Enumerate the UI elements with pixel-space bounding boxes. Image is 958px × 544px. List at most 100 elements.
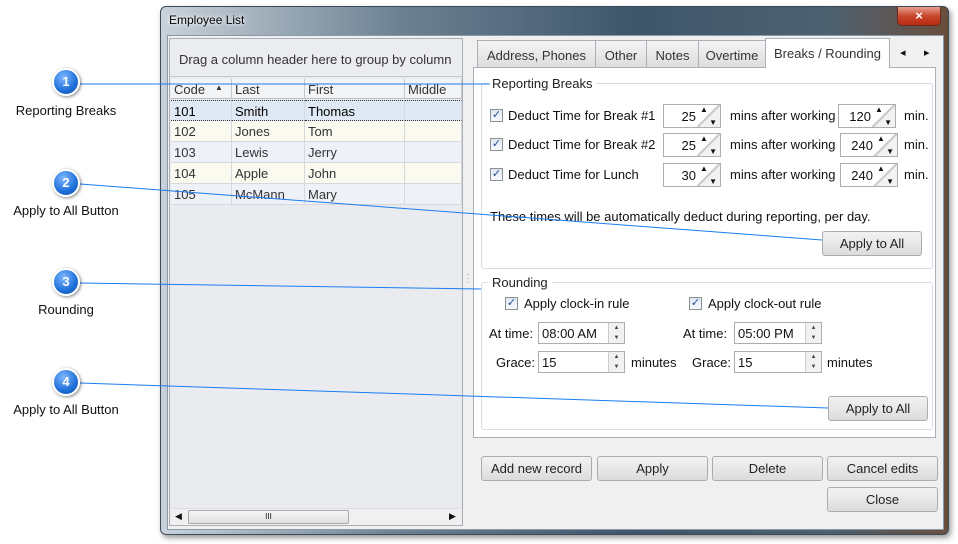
grid-cell-code[interactable]: 105 (171, 184, 232, 205)
apply-button[interactable]: Apply (597, 456, 708, 481)
breaks-rounding-panel: Reporting Breaks ✓ Deduct Time for Break… (473, 67, 936, 438)
column-header-last[interactable]: Last (232, 79, 305, 99)
grid-cell-last[interactable]: McMann (232, 184, 305, 205)
close-window-button[interactable]: × (897, 7, 941, 26)
column-label: Middle (408, 82, 447, 97)
horizontal-scrollbar[interactable]: ◀ III ▶ (171, 508, 461, 525)
grid-cell-last[interactable]: Jones (232, 121, 305, 142)
break-minutes-spinner[interactable]: 30 ▲ ▼ (663, 163, 721, 187)
clock-out-label: Apply clock-out rule (708, 296, 822, 311)
grid-cell-code[interactable]: 101 (171, 100, 232, 121)
cancel-edits-button[interactable]: Cancel edits (827, 456, 938, 481)
clock-out-checkbox[interactable]: ✓ (689, 297, 702, 310)
close-button[interactable]: Close (827, 487, 938, 512)
grid-cell-last[interactable]: Lewis (232, 142, 305, 163)
spin-arrows-icon[interactable]: ▲ ▼ (872, 105, 895, 127)
breaks-apply-to-all-button[interactable]: Apply to All (822, 231, 922, 256)
column-header-middle[interactable]: Middle (405, 79, 462, 99)
break-checkbox[interactable]: ✓ (490, 168, 503, 181)
group-by-area[interactable]: Drag a column header here to group by co… (170, 39, 462, 77)
clock-in-grace-input[interactable]: 15 ▲ ▼ (538, 351, 625, 373)
grid-cell-code[interactable]: 103 (171, 142, 232, 163)
grace-spin-icon: ▲ ▼ (805, 352, 821, 372)
tab-notes[interactable]: Notes (646, 40, 699, 68)
tab-prev-icon[interactable]: ◂ (900, 46, 906, 59)
break-after-spinner[interactable]: 120 ▲ ▼ (838, 104, 896, 128)
clock-in-checkbox[interactable]: ✓ (505, 297, 518, 310)
tab-breaks-rounding[interactable]: Breaks / Rounding (765, 38, 890, 68)
splitter-handle[interactable]: · · · (465, 271, 471, 287)
clock-out-grace-unit: minutes (827, 355, 873, 370)
grid-cell-first[interactable]: Thomas (305, 100, 405, 121)
grid-cell-middle[interactable] (405, 121, 462, 142)
grid-cell-first[interactable]: Tom (305, 121, 405, 142)
break-label: Deduct Time for Lunch (508, 167, 639, 182)
callout-3: 3 (52, 268, 80, 296)
employee-grid: Drag a column header here to group by co… (169, 38, 463, 526)
clock-in-grace-label: Grace: (496, 355, 536, 370)
scroll-thumb[interactable]: III (188, 510, 349, 524)
min-unit-label: min. (904, 137, 929, 152)
callout-1: 1 (52, 68, 80, 96)
tab-next-icon[interactable]: ▸ (924, 46, 930, 59)
grid-cell-first[interactable]: Mary (305, 184, 405, 205)
grid-cell-first[interactable]: John (305, 163, 405, 184)
grid-cell-middle[interactable] (405, 184, 462, 205)
grid-cell-last[interactable]: Apple (232, 163, 305, 184)
mins-after-label: mins after working (730, 108, 836, 123)
column-header-first[interactable]: First (305, 79, 405, 99)
mins-after-label: mins after working (730, 167, 836, 182)
grid-cell-last[interactable]: Smith (232, 100, 305, 121)
break-checkbox[interactable]: ✓ (490, 109, 503, 122)
window-body: Drag a column header here to group by co… (167, 35, 944, 530)
min-unit-label: min. (904, 108, 929, 123)
clock-out-grace-input[interactable]: 15 ▲ ▼ (734, 351, 822, 373)
breaks-note: These times will be automatically deduct… (490, 209, 871, 224)
grid-cell-code[interactable]: 102 (171, 121, 232, 142)
grid-cell-middle[interactable] (405, 163, 462, 184)
window-title: Employee List (169, 13, 245, 27)
spin-arrows-icon[interactable]: ▲ ▼ (874, 164, 897, 186)
callout-label-4: Apply to All Button (13, 402, 119, 417)
clock-in-grace-unit: minutes (631, 355, 677, 370)
callout-label-1: Reporting Breaks (15, 103, 117, 118)
grid-cell-middle[interactable] (405, 100, 462, 121)
delete-button[interactable]: Delete (712, 456, 823, 481)
break-after-spinner[interactable]: 240 ▲ ▼ (840, 133, 898, 157)
tab-other[interactable]: Other (595, 40, 647, 68)
scroll-left-icon[interactable]: ◀ (175, 511, 182, 522)
tab-address-phones[interactable]: Address, Phones (477, 40, 596, 68)
tab-overtime[interactable]: Overtime (698, 40, 766, 68)
break-label: Deduct Time for Break #1 (508, 108, 656, 123)
clock-out-time-input[interactable]: 05:00 PM ▲ ▼ (734, 322, 822, 344)
break-checkbox[interactable]: ✓ (490, 138, 503, 151)
clock-in-time-label: At time: (489, 326, 534, 341)
rounding-apply-to-all-button[interactable]: Apply to All (828, 396, 928, 421)
spin-arrows-icon[interactable]: ▲ ▼ (874, 134, 897, 156)
grid-cell-middle[interactable] (405, 142, 462, 163)
grid-cell-first[interactable]: Jerry (305, 142, 405, 163)
sort-ascending-icon: ▲ (215, 83, 223, 92)
column-header-code[interactable]: Code ▲ (171, 79, 232, 99)
add-new-record-button[interactable]: Add new record (481, 456, 592, 481)
spin-arrows-icon[interactable]: ▲ ▼ (697, 105, 720, 127)
column-label: Code (174, 82, 206, 97)
clock-in-label: Apply clock-in rule (524, 296, 630, 311)
spin-arrows-icon[interactable]: ▲ ▼ (697, 134, 720, 156)
clock-out-time-label: At time: (683, 326, 728, 341)
callout-2: 2 (52, 169, 80, 197)
break-minutes-spinner[interactable]: 25 ▲ ▼ (663, 133, 721, 157)
scroll-right-icon[interactable]: ▶ (449, 511, 456, 522)
break-label: Deduct Time for Break #2 (508, 137, 656, 152)
break-minutes-spinner[interactable]: 25 ▲ ▼ (663, 104, 721, 128)
rounding-legend: Rounding (488, 275, 552, 290)
column-label: Last (235, 82, 260, 97)
time-spin-icon: ▲ ▼ (608, 323, 624, 343)
column-label: First (308, 82, 334, 97)
spin-arrows-icon[interactable]: ▲ ▼ (697, 164, 720, 186)
employee-list-window: Employee List × Drag a column header her… (160, 6, 949, 535)
callout-4: 4 (52, 368, 80, 396)
grid-cell-code[interactable]: 104 (171, 163, 232, 184)
break-after-spinner[interactable]: 240 ▲ ▼ (840, 163, 898, 187)
clock-in-time-input[interactable]: 08:00 AM ▲ ▼ (538, 322, 625, 344)
